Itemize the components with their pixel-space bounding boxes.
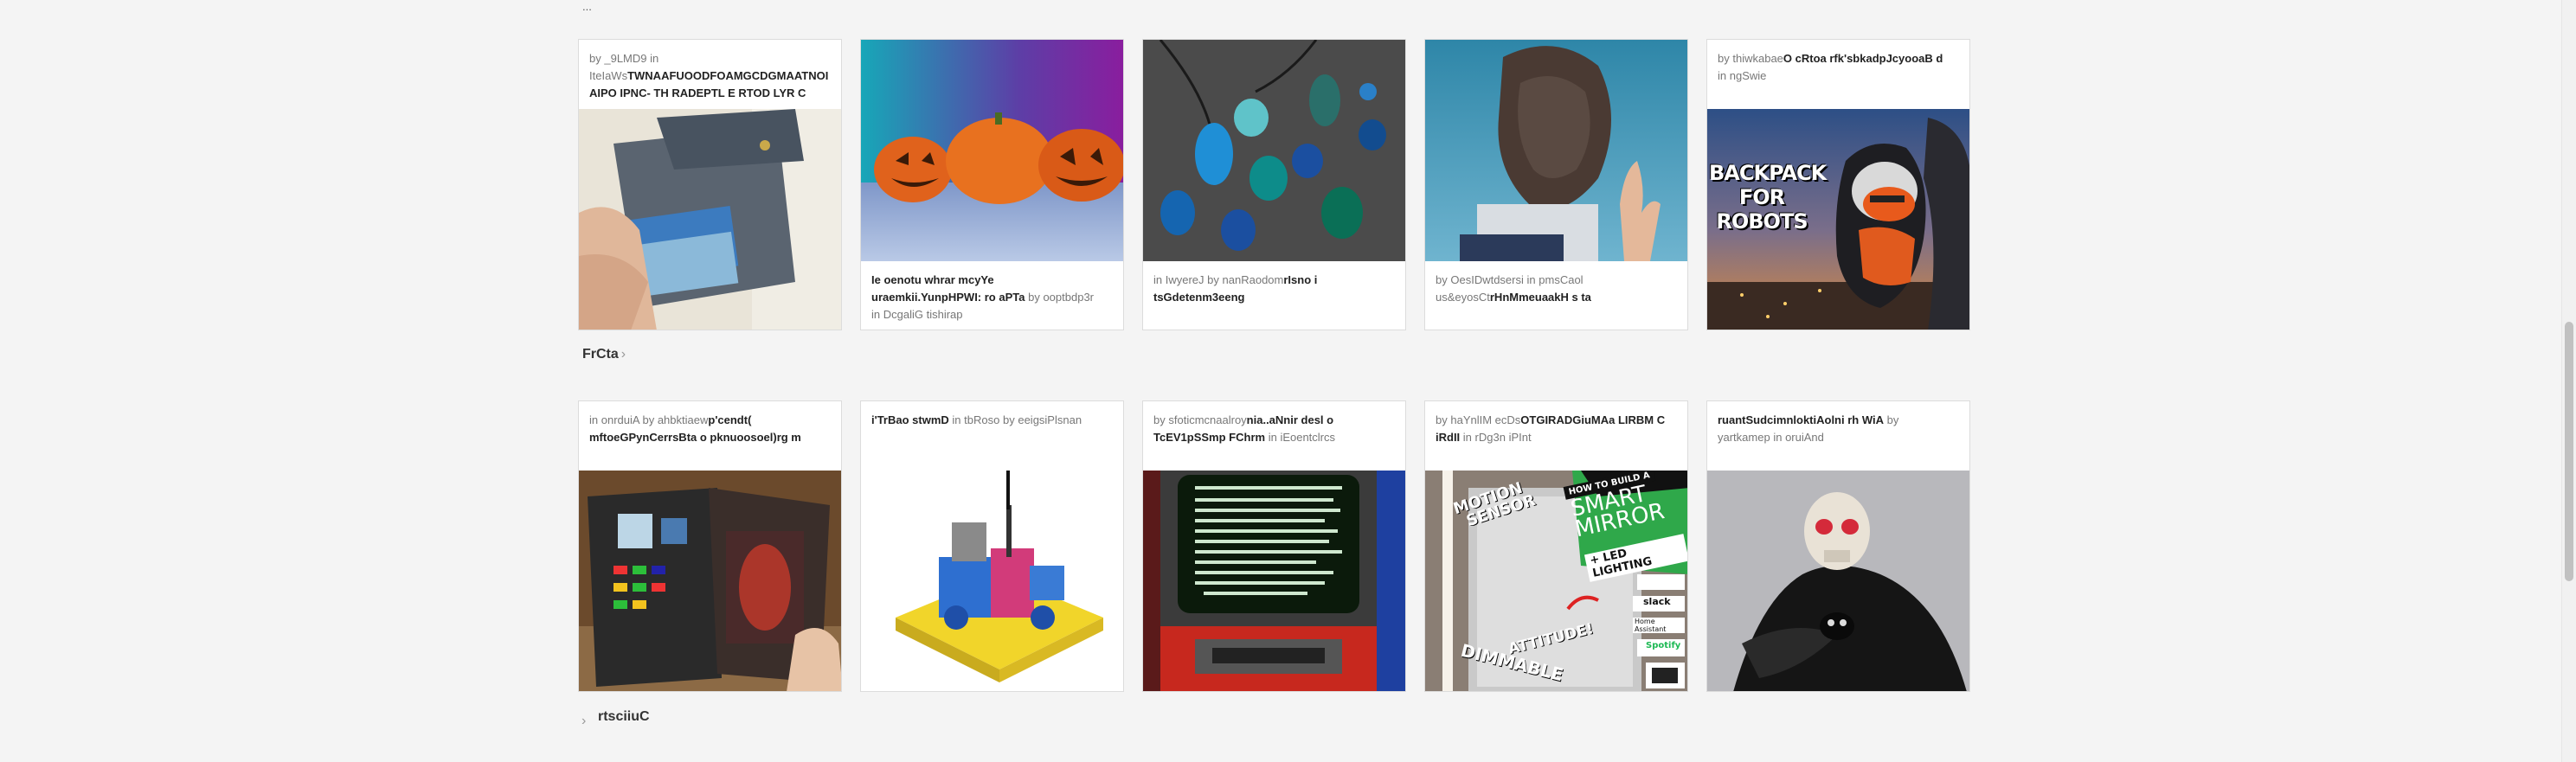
home-assistant-logo: Home Assistant bbox=[1635, 618, 1667, 633]
section-link-1[interactable]: FrCta › bbox=[582, 347, 626, 362]
category-link[interactable]: tbRoso bbox=[964, 413, 999, 426]
card-title[interactable]: rHnMmeuaakH s ta bbox=[1490, 291, 1591, 304]
card-title[interactable]: ruantSudcimnloktiAolni rh WiA bbox=[1718, 413, 1884, 426]
pumpkins-photo[interactable] bbox=[861, 40, 1123, 261]
category-link[interactable]: IteIaWs bbox=[589, 69, 627, 82]
slack-logo: slack bbox=[1643, 596, 1671, 607]
author-link[interactable]: eeigsiPlsnan bbox=[1018, 413, 1082, 426]
project-row-2: in onrduiA by ahbktiaewp'cendt( mftoeGPy… bbox=[578, 400, 1971, 695]
card-title-cont[interactable]: iRdII bbox=[1436, 431, 1460, 444]
mask-photo[interactable] bbox=[1425, 40, 1687, 261]
project-card[interactable]: by thiwkabaeO cRtoa rfk'sbkadpJcyooaB d … bbox=[1706, 39, 1970, 330]
author-link[interactable]: nanRaodom bbox=[1223, 273, 1284, 286]
project-card[interactable]: by haYnlIM ecDsOTGIRADGiuMAa LIRBM C iRd… bbox=[1424, 400, 1688, 692]
book-device-photo[interactable] bbox=[579, 471, 841, 691]
card-meta: by haYnlIM ecDsOTGIRADGiuMAa LIRBM C iRd… bbox=[1436, 413, 1666, 444]
card-title[interactable]: rIsno i bbox=[1283, 273, 1317, 286]
project-card[interactable]: by _9LMD9 in IteIaWsTWNAAFUOODFOAMGCDGMA… bbox=[578, 39, 842, 330]
category-link[interactable]: iEoentclrcs bbox=[1280, 431, 1335, 444]
stones-photo[interactable] bbox=[1143, 40, 1405, 261]
project-card[interactable]: ruantSudcimnloktiAolni rh WiA by yartkam… bbox=[1706, 400, 1970, 692]
card-title-cont[interactable]: AIPO IPNC- TH RADEPTL E RTOD LYR C bbox=[589, 86, 806, 99]
card-meta: by OesIDwtdsersi in pmsCaol us&eyosCtrHn… bbox=[1436, 273, 1591, 304]
category-link[interactable]: ngSwie bbox=[1730, 69, 1767, 82]
category-link[interactable]: IwyereJ bbox=[1166, 273, 1204, 286]
image-overlay-title: BACKPACK FOR ROBOTS bbox=[1709, 161, 1827, 234]
project-card[interactable]: i'TrBao stwmD in tbRoso by eeigsiPlsnan bbox=[860, 400, 1124, 692]
card-title-cont[interactable]: uraemkii.YunpHPWI: ro aPTa bbox=[871, 291, 1025, 304]
card-meta: in IwyereJ by nanRaodomrIsno i tsGdetenm… bbox=[1153, 273, 1318, 304]
author-link[interactable]: sfoticmcnaalroy bbox=[1168, 413, 1246, 426]
author-link[interactable]: OesIDwtdsersi bbox=[1450, 273, 1524, 286]
card-meta: in onrduiA by ahbktiaewp'cendt( mftoeGPy… bbox=[589, 413, 801, 444]
author-link[interactable]: yartkamep bbox=[1718, 431, 1770, 444]
card-title-cont[interactable]: tsGdetenm3eeng bbox=[1153, 291, 1244, 304]
category-link[interactable]: rDg3n iPInt bbox=[1475, 431, 1532, 444]
project-card[interactable]: by OesIDwtdsersi in pmsCaol us&eyosCtrHn… bbox=[1424, 39, 1688, 330]
project-card[interactable]: in IwyereJ by nanRaodomrIsno i tsGdetenm… bbox=[1142, 39, 1406, 330]
skull-figure-photo[interactable] bbox=[1707, 471, 1969, 691]
chevron-right-icon: › bbox=[620, 347, 626, 362]
project-card[interactable]: by sfoticmcnaalroynia..aNnir desl o TcEV… bbox=[1142, 400, 1406, 692]
project-card[interactable]: Ie oenotu whrar mcyYe uraemkii.YunpHPWI:… bbox=[860, 39, 1124, 330]
category-link[interactable]: onrduiA bbox=[601, 413, 639, 426]
card-title[interactable]: O cRtoa rfk'sbkadpJcyooaB d bbox=[1783, 52, 1943, 65]
section-heading-partial: ... bbox=[582, 0, 592, 13]
backpack-photo[interactable]: BACKPACK FOR ROBOTS bbox=[1707, 109, 1969, 330]
card-meta: i'TrBao stwmD in tbRoso by eeigsiPlsnan bbox=[871, 413, 1082, 426]
card-meta: ruantSudcimnloktiAolni rh WiA by yartkam… bbox=[1718, 413, 1899, 444]
smart-mirror-photo[interactable]: MOTION SENSOR HOW TO BUILD A SMART MIRROR … bbox=[1425, 471, 1687, 691]
author-link[interactable]: haYnlIM ecDs bbox=[1450, 413, 1520, 426]
card-meta: by thiwkabaeO cRtoa rfk'sbkadpJcyooaB d … bbox=[1718, 52, 1943, 82]
scrollbar-thumb[interactable] bbox=[2565, 322, 2573, 581]
zelda-crt-photo[interactable] bbox=[1143, 471, 1405, 691]
category-link[interactable]: pmsCaol bbox=[1539, 273, 1583, 286]
card-title[interactable]: nia..aNnir desl o bbox=[1247, 413, 1333, 426]
wallet-photo[interactable] bbox=[579, 109, 841, 330]
vertical-scrollbar[interactable] bbox=[2561, 0, 2576, 762]
card-meta: Ie oenotu whrar mcyYe uraemkii.YunpHPWI:… bbox=[871, 273, 1095, 321]
card-title[interactable]: i'TrBao stwmD bbox=[871, 413, 949, 426]
spotify-logo: Spotify bbox=[1646, 641, 1681, 650]
chevron-right-icon: › bbox=[581, 714, 587, 728]
category-link[interactable]: DcgaliG tishirap bbox=[883, 308, 963, 321]
card-meta: by sfoticmcnaalroynia..aNnir desl o TcEV… bbox=[1153, 413, 1336, 444]
category-link[interactable]: oruiAnd bbox=[1785, 431, 1824, 444]
author-link[interactable]: thiwkabae bbox=[1732, 52, 1783, 65]
robot-model-photo[interactable] bbox=[861, 471, 1123, 691]
card-title[interactable]: TWNAAFUOODFOAMGCDGMAATNOI bbox=[627, 69, 828, 82]
author-link[interactable]: _9LMD9 bbox=[604, 52, 646, 65]
card-title[interactable]: p'cendt( bbox=[708, 413, 751, 426]
section-link-2[interactable]: rtsciiuC bbox=[598, 709, 650, 725]
card-title[interactable]: Ie oenotu whrar mcyYe bbox=[871, 273, 994, 286]
project-row-1: by _9LMD9 in IteIaWsTWNAAFUOODFOAMGCDGMA… bbox=[578, 39, 1971, 333]
project-card[interactable]: in onrduiA by ahbktiaewp'cendt( mftoeGPy… bbox=[578, 400, 842, 692]
card-title[interactable]: OTGIRADGiuMAa LIRBM C bbox=[1520, 413, 1665, 426]
card-meta: by _9LMD9 in IteIaWsTWNAAFUOODFOAMGCDGMA… bbox=[589, 52, 829, 99]
author-link[interactable]: ahbktiaew bbox=[658, 413, 709, 426]
card-title-cont[interactable]: mftoeGPynCerrsBta o pknuoosoel)rg m bbox=[589, 431, 801, 444]
card-title-cont[interactable]: TcEV1pSSmp FChrm bbox=[1153, 431, 1265, 444]
author-link[interactable]: ooptbdp3r bbox=[1043, 291, 1094, 304]
